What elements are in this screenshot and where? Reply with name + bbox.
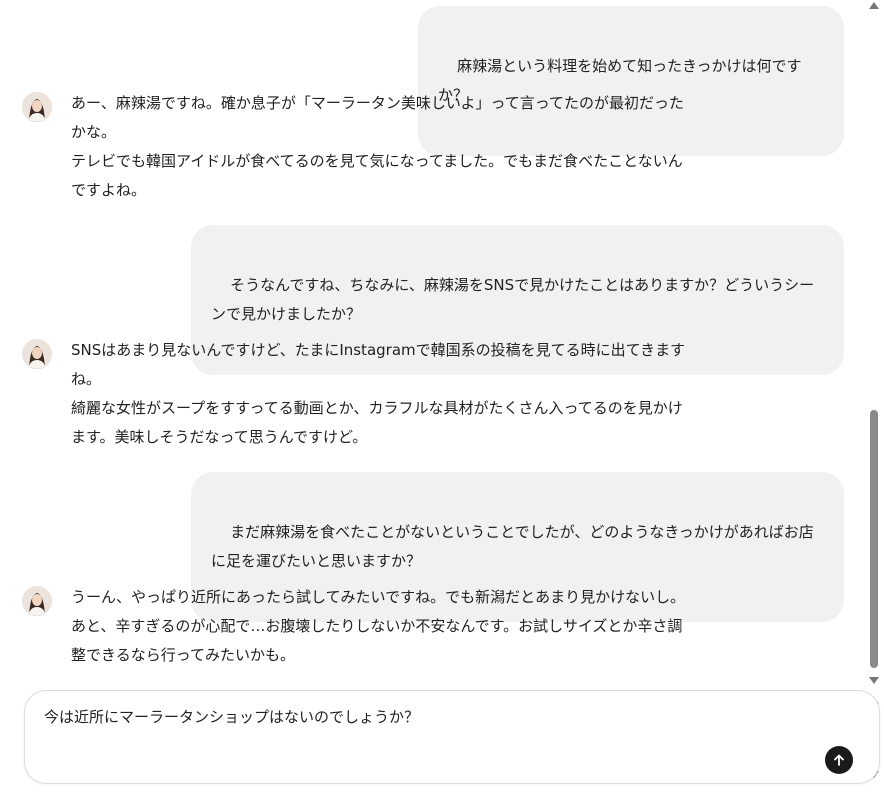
assistant-message-text: あー、麻辣湯ですね。確か息子が「マーラータン美味しいよ」って言ってたのが最初だっ… bbox=[71, 94, 685, 199]
assistant-avatar bbox=[22, 92, 52, 122]
chat-transcript[interactable]: 麻辣湯という料理を始めて知ったきっかけは何ですか？ あー、麻辣湯ですね。確か息子… bbox=[0, 0, 866, 686]
avatar-portrait-icon bbox=[22, 92, 52, 122]
avatar-portrait-icon bbox=[22, 339, 52, 369]
assistant-avatar bbox=[22, 586, 52, 616]
arrow-up-icon bbox=[834, 754, 844, 766]
user-message-text: そうなんですね、ちなみに、麻辣湯をSNSで見かけたことはありますか？どういうシー… bbox=[211, 276, 815, 323]
avatar-portrait-icon bbox=[22, 586, 52, 616]
scroll-thumb[interactable] bbox=[870, 410, 878, 668]
send-button[interactable] bbox=[825, 746, 853, 774]
scroll-down-arrow-icon[interactable] bbox=[869, 677, 879, 684]
scroll-up-arrow-icon[interactable] bbox=[869, 2, 879, 9]
chat-scrollbar[interactable] bbox=[866, 0, 884, 792]
assistant-avatar bbox=[22, 339, 52, 369]
user-message-text: まだ麻辣湯を食べたことがないということでしたが、どのようなきっかけがあればお店 … bbox=[211, 523, 814, 570]
assistant-message-text: うーん、やっぱり近所にあったら試してみたいですね。でも新潟だとあまり見かけないし… bbox=[71, 588, 686, 664]
assistant-message-text: SNSはあまり見ないんですけど、たまにInstagramで韓国系の投稿を見てる時… bbox=[71, 341, 686, 446]
message-input[interactable] bbox=[44, 705, 824, 729]
message-composer bbox=[24, 690, 880, 784]
